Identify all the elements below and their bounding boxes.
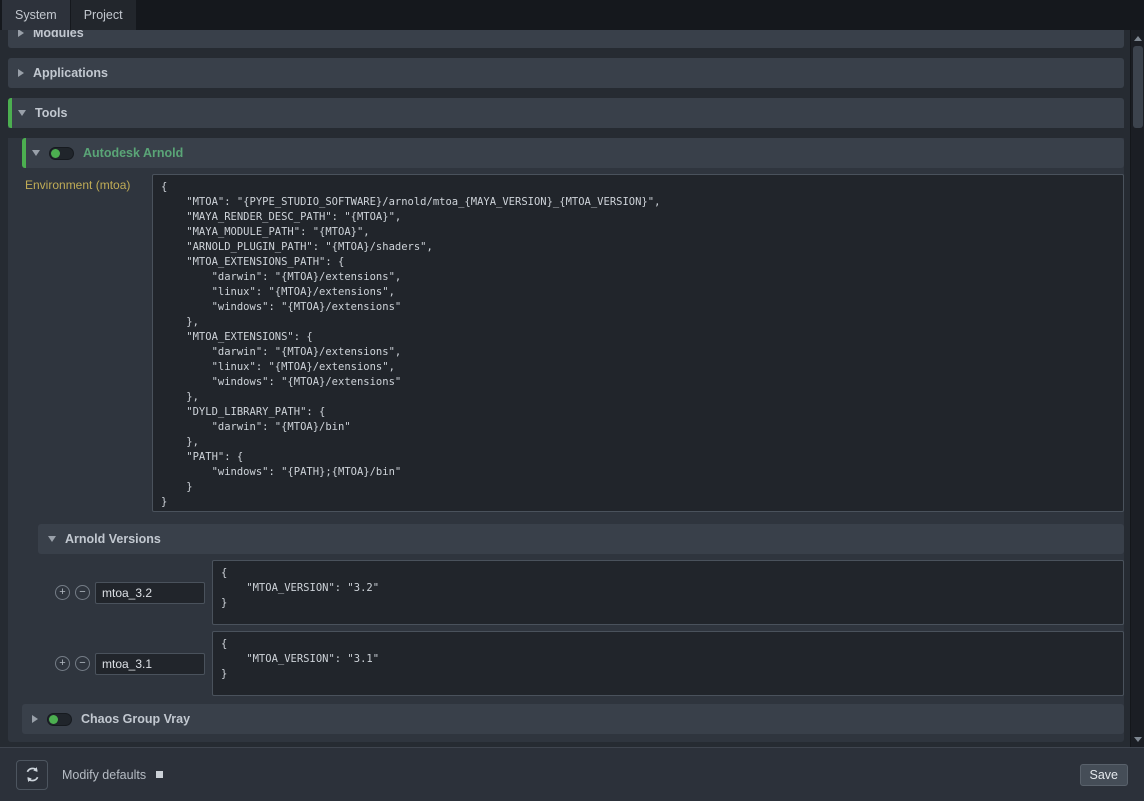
scroll-down-button[interactable] — [1131, 732, 1144, 746]
add-version-button[interactable]: + — [55, 656, 70, 671]
arnold-enabled-toggle[interactable] — [49, 147, 74, 160]
settings-content: Modules Applications Tools Autodesk Arno… — [0, 30, 1144, 742]
scrollbar-thumb[interactable] — [1133, 46, 1143, 128]
version-key-input[interactable] — [95, 582, 205, 604]
modify-defaults-label: Modify defaults — [62, 768, 146, 782]
group-title-autodesk-arnold: Autodesk Arnold — [83, 146, 183, 160]
version-row-mtoa-3-2: + − { "MTOA_VERSION": "3.2" } — [38, 560, 1124, 625]
environment-label: Environment (mtoa) — [25, 174, 147, 512]
group-title-chaos-group-vray: Chaos Group Vray — [81, 712, 190, 726]
section-header-modules[interactable]: Modules — [8, 30, 1124, 48]
environment-json-editor[interactable]: { "MTOA": "{PYPE_STUDIO_SOFTWARE}/arnold… — [152, 174, 1124, 512]
chevron-down-icon — [32, 150, 40, 156]
arrow-down-icon — [1134, 737, 1142, 742]
chevron-down-icon — [18, 110, 26, 116]
remove-version-button[interactable]: − — [75, 656, 90, 671]
vray-enabled-toggle[interactable] — [47, 713, 72, 726]
section-header-applications[interactable]: Applications — [8, 58, 1124, 88]
version-row-mtoa-3-1: + − { "MTOA_VERSION": "3.1" } — [38, 631, 1124, 696]
section-header-tools[interactable]: Tools — [8, 98, 1124, 128]
chevron-right-icon — [32, 715, 38, 723]
version-key-input[interactable] — [95, 653, 205, 675]
add-version-button[interactable]: + — [55, 585, 70, 600]
scrollbar[interactable] — [1130, 30, 1144, 747]
section-title-tools: Tools — [35, 106, 67, 120]
version-json-editor[interactable]: { "MTOA_VERSION": "3.1" } — [212, 631, 1124, 696]
refresh-button[interactable] — [16, 760, 48, 790]
scroll-up-button[interactable] — [1131, 31, 1144, 45]
remove-version-button[interactable]: − — [75, 585, 90, 600]
section-tools: Tools Autodesk Arnold Environment (mtoa)… — [8, 98, 1124, 742]
section-title-modules: Modules — [33, 30, 84, 40]
settings-window: System Project Modules Applications Tool… — [0, 0, 1144, 801]
tab-project[interactable]: Project — [71, 0, 136, 30]
chevron-right-icon — [18, 30, 24, 37]
modify-defaults-checkbox[interactable] — [156, 771, 163, 778]
section-title-applications: Applications — [33, 66, 108, 80]
save-button[interactable]: Save — [1080, 764, 1129, 786]
tab-system[interactable]: System — [2, 0, 70, 30]
tools-section-body: Autodesk Arnold Environment (mtoa) { "MT… — [8, 138, 1124, 742]
group-title-arnold-versions: Arnold Versions — [65, 532, 161, 546]
footer-bar: Modify defaults Save — [0, 747, 1144, 801]
environment-row: Environment (mtoa) { "MTOA": "{PYPE_STUD… — [22, 174, 1124, 512]
version-json-editor[interactable]: { "MTOA_VERSION": "3.2" } — [212, 560, 1124, 625]
arrow-up-icon — [1134, 36, 1142, 41]
group-header-chaos-group-vray[interactable]: Chaos Group Vray — [22, 704, 1124, 734]
group-header-arnold-versions[interactable]: Arnold Versions — [38, 524, 1124, 554]
group-header-autodesk-arnold[interactable]: Autodesk Arnold — [22, 138, 1124, 168]
tab-bar: System Project — [0, 0, 1144, 30]
chevron-down-icon — [48, 536, 56, 542]
refresh-icon — [24, 766, 41, 783]
settings-scroll-area: Modules Applications Tools Autodesk Arno… — [0, 30, 1144, 747]
chevron-right-icon — [18, 69, 24, 77]
